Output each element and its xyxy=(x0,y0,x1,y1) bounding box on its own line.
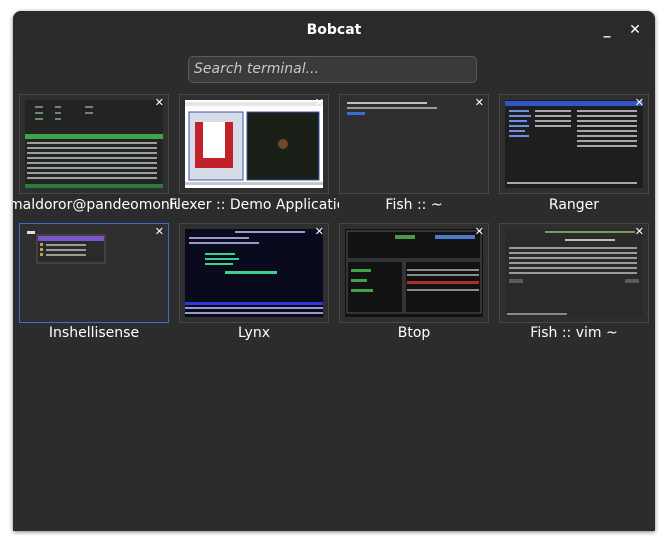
close-icon[interactable]: ✕ xyxy=(155,96,164,109)
terminal-thumbnail xyxy=(505,229,643,317)
terminal-tile[interactable]: ✕ xyxy=(179,94,329,194)
terminal-tile[interactable]: ✕ xyxy=(339,94,489,194)
tile-label: Fish :: vim ~ xyxy=(530,325,618,341)
terminal-thumbnail xyxy=(25,100,163,188)
close-window-button[interactable]: ✕ xyxy=(624,19,646,41)
close-icon[interactable]: ✕ xyxy=(315,96,324,109)
close-icon[interactable]: ✕ xyxy=(635,96,644,109)
terminal-thumbnail xyxy=(345,100,483,188)
window-title: Bobcat xyxy=(306,22,362,38)
tile-label: maldoror@pandeomonium xyxy=(13,197,179,213)
terminal-tile[interactable]: ✕ xyxy=(19,94,169,194)
tile-label: Inshellisense xyxy=(48,325,140,341)
terminal-tile[interactable]: ✕ xyxy=(339,223,489,323)
close-icon[interactable]: ✕ xyxy=(635,225,644,238)
terminal-thumbnail xyxy=(185,229,323,317)
tile-label: Lynx xyxy=(238,325,270,341)
terminal-tile[interactable]: ✕ xyxy=(499,223,649,323)
close-icon[interactable]: ✕ xyxy=(315,225,324,238)
terminal-tile[interactable]: ✕ xyxy=(179,223,329,323)
terminal-thumbnail xyxy=(185,100,323,188)
close-icon[interactable]: ✕ xyxy=(475,96,484,109)
terminal-tile[interactable]: ✕ xyxy=(19,223,169,323)
terminal-thumbnail xyxy=(345,229,483,317)
search-input[interactable]: Search terminal... xyxy=(188,56,477,83)
tile-label: Fish :: ~ xyxy=(385,197,443,213)
app-window: Bobcat _ ✕ Search terminal... ✕ maldoror… xyxy=(13,11,655,531)
minimize-button[interactable]: _ xyxy=(596,19,618,41)
title-bar: Bobcat _ ✕ xyxy=(13,11,655,49)
terminal-thumbnail xyxy=(505,100,643,188)
terminal-thumbnail xyxy=(25,229,163,317)
close-icon[interactable]: ✕ xyxy=(475,225,484,238)
tile-label: Btop xyxy=(397,325,431,341)
close-icon[interactable]: ✕ xyxy=(155,225,164,238)
terminal-tile[interactable]: ✕ xyxy=(499,94,649,194)
tile-label: Ranger xyxy=(548,197,600,213)
tile-label: Flexer :: Demo Application xyxy=(169,197,339,213)
